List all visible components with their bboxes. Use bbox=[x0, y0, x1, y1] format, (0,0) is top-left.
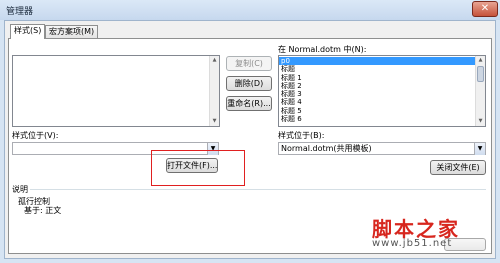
title-bar bbox=[0, 0, 500, 20]
scroll-up-icon[interactable]: ▲ bbox=[476, 56, 485, 65]
scroll-down-icon[interactable]: ▼ bbox=[210, 117, 219, 126]
left-style-list[interactable]: ▲ ▼ bbox=[12, 55, 220, 127]
list-item[interactable]: 标题 6 bbox=[279, 115, 475, 123]
delete-button[interactable]: 删除(D) bbox=[226, 76, 272, 91]
scroll-down-icon[interactable]: ▼ bbox=[476, 117, 485, 126]
watermark-url: www.jb51.net bbox=[372, 238, 453, 249]
left-source-label: 样式位于(V): bbox=[12, 131, 59, 140]
right-list-scrollbar[interactable]: ▲ ▼ bbox=[475, 56, 485, 126]
copy-button[interactable]: 复制(C) bbox=[226, 56, 272, 71]
chevron-down-icon[interactable]: ▼ bbox=[474, 143, 485, 155]
scroll-up-icon[interactable]: ▲ bbox=[210, 56, 219, 65]
list-item[interactable]: 标题 bbox=[279, 65, 475, 73]
description-label: 说明 bbox=[12, 185, 28, 194]
right-list-items: p0 标题 标题 1 标题 2 标题 3 标题 4 标题 5 标题 6 bbox=[279, 57, 475, 123]
close-window-button[interactable]: ✕ bbox=[472, 1, 498, 17]
rename-button[interactable]: 重命名(R)... bbox=[226, 96, 272, 111]
list-item[interactable]: 标题 1 bbox=[279, 74, 475, 82]
list-item[interactable]: 标题 4 bbox=[279, 98, 475, 106]
right-style-list[interactable]: p0 标题 标题 1 标题 2 标题 3 标题 4 标题 5 标题 6 ▲ ▼ bbox=[278, 55, 486, 127]
list-item[interactable]: 标题 3 bbox=[279, 90, 475, 98]
list-item[interactable]: 标题 2 bbox=[279, 82, 475, 90]
scroll-thumb[interactable] bbox=[477, 66, 484, 82]
description-separator bbox=[30, 189, 486, 190]
left-list-scrollbar[interactable]: ▲ ▼ bbox=[209, 56, 219, 126]
tab-styles[interactable]: 样式(S) bbox=[10, 24, 46, 39]
window-title: 管理器 bbox=[6, 7, 34, 17]
right-list-label: 在 Normal.dotm 中(N): bbox=[278, 45, 367, 54]
right-source-combo[interactable]: Normal.dotm(共用模板) ▼ bbox=[278, 142, 486, 155]
close-file-button[interactable]: 关闭文件(E) bbox=[430, 160, 486, 175]
list-item[interactable]: p0 bbox=[279, 57, 475, 66]
right-source-value: Normal.dotm(共用模板) bbox=[281, 144, 372, 153]
description-line-2: 基于: 正文 bbox=[24, 206, 62, 215]
tab-macro-items[interactable]: 宏方案项(M) bbox=[45, 25, 99, 39]
list-item[interactable]: 标题 5 bbox=[279, 107, 475, 115]
right-source-label: 样式位于(B): bbox=[278, 131, 325, 140]
open-file-button[interactable]: 打开文件(F)... bbox=[166, 158, 218, 173]
